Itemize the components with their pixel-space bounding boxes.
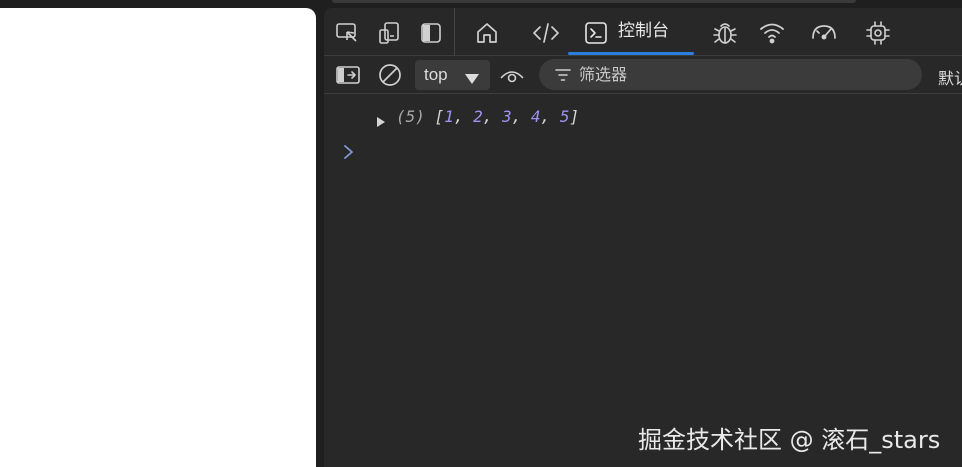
console-log-entry: (5) [1, 2, 3, 4, 5] bbox=[324, 105, 962, 129]
horizontal-scrollbar[interactable] bbox=[332, 0, 856, 3]
clear-console-icon[interactable] bbox=[376, 61, 404, 89]
device-emulation-icon[interactable] bbox=[374, 18, 404, 48]
filter-icon bbox=[554, 67, 572, 87]
sidebar-toggle-icon[interactable] bbox=[334, 61, 362, 89]
devtools-panel: 控制台 top 筛选器 默 (5) [1, 2, 3, 4, 5] bbox=[324, 8, 962, 467]
array-separator: , bbox=[453, 107, 474, 126]
expand-arrow-icon[interactable] bbox=[376, 111, 386, 135]
array-item: 5 bbox=[559, 107, 570, 126]
context-selector[interactable]: top bbox=[415, 60, 490, 90]
array-open-bracket: [ bbox=[434, 107, 445, 126]
array-preview[interactable]: (5) [1, 2, 3, 4, 5] bbox=[396, 105, 579, 129]
watermark-text: 掘金技术社区 @ 滚石_stars bbox=[638, 426, 941, 454]
dock-side-icon[interactable] bbox=[416, 18, 446, 48]
array-length: (5) bbox=[396, 107, 425, 126]
page-viewport[interactable] bbox=[0, 8, 316, 467]
console-filter[interactable] bbox=[539, 59, 922, 90]
sources-bug-icon[interactable] bbox=[710, 18, 740, 48]
array-item: 1 bbox=[444, 107, 454, 126]
array-separator: , bbox=[540, 107, 560, 126]
array-item: 3 bbox=[502, 107, 512, 126]
tab-console[interactable]: 控制台 bbox=[568, 8, 694, 55]
tab-console-label: 控制台 bbox=[618, 21, 669, 41]
console-prompt[interactable] bbox=[342, 143, 362, 167]
window-top-strip bbox=[0, 0, 962, 8]
devtools-tab-bar: 控制台 bbox=[324, 8, 962, 56]
inspect-element-icon[interactable] bbox=[332, 18, 362, 48]
performance-gauge-icon[interactable] bbox=[809, 18, 839, 48]
caret-down-icon bbox=[464, 70, 480, 89]
network-wifi-icon[interactable] bbox=[757, 18, 787, 48]
welcome-home-icon[interactable] bbox=[472, 18, 502, 48]
console-toolbar: top 默认 bbox=[324, 56, 962, 94]
active-tab-indicator bbox=[568, 52, 694, 55]
live-expression-eye-icon[interactable] bbox=[498, 61, 526, 89]
log-levels-dropdown[interactable]: 默认 bbox=[938, 65, 962, 89]
context-selector-value: top bbox=[424, 65, 448, 84]
array-item: 2 bbox=[473, 107, 483, 126]
filter-input[interactable] bbox=[579, 63, 909, 86]
memory-chip-icon[interactable] bbox=[863, 18, 893, 48]
array-item: 4 bbox=[530, 107, 541, 126]
tab-bar-separator bbox=[454, 8, 455, 55]
array-separator: , bbox=[482, 107, 502, 126]
console-terminal-icon bbox=[584, 21, 608, 49]
array-close-bracket: ] bbox=[569, 107, 580, 126]
prompt-chevron-icon bbox=[344, 145, 353, 159]
array-separator: , bbox=[511, 107, 531, 126]
console-output[interactable]: (5) [1, 2, 3, 4, 5] bbox=[324, 95, 962, 467]
elements-code-icon[interactable] bbox=[531, 18, 561, 48]
